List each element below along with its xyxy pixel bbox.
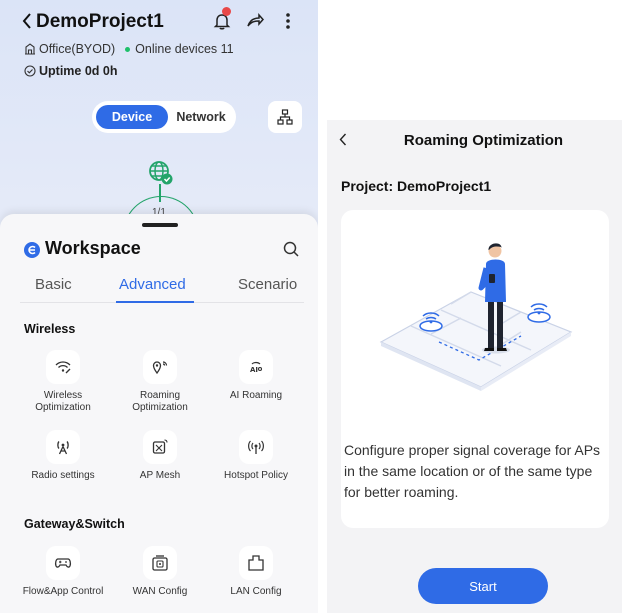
topology-button[interactable] (268, 101, 302, 133)
project-line: Project: DemoProject1 (341, 178, 491, 194)
topology-icon (277, 109, 293, 125)
page-title: Roaming Optimization (403, 132, 564, 149)
mesh-icon (152, 439, 168, 454)
tool-flow-app-control[interactable]: Flow&App Control (18, 546, 108, 598)
project-header: DemoProject1 (0, 0, 318, 36)
back-icon[interactable] (22, 13, 32, 29)
uptime-row: Uptime 0d 0h (24, 64, 118, 78)
description-text: Configure proper signal coverage for APs… (344, 442, 601, 500)
tool-label: WAN Config (132, 586, 188, 597)
building-icon (25, 43, 35, 55)
lan-icon (248, 555, 264, 571)
tool-label: Flow&App Control (22, 586, 104, 597)
tab-active-indicator (116, 301, 194, 303)
section-title-wireless: Wireless (24, 322, 76, 336)
internet-globe-icon[interactable] (148, 160, 174, 186)
project-title: DemoProject1 (36, 11, 164, 32)
view-toggle: Device Network (92, 101, 236, 133)
tool-label: Wireless Optimization (35, 390, 91, 413)
roaming-icon (152, 361, 168, 375)
site-info-row: Office(BYOD) Online devices 11 (24, 42, 234, 56)
tool-label: AP Mesh (139, 470, 181, 481)
project-screen: DemoProject1 Office(BYOD) Online devices… (0, 0, 318, 613)
search-icon[interactable] (283, 241, 299, 257)
tool-lan-config[interactable]: LAN Config (211, 546, 301, 598)
hotspot-icon (248, 440, 264, 454)
tool-label: Radio settings (31, 470, 95, 481)
workspace-logo-icon (24, 242, 40, 258)
tab-device[interactable]: Device (96, 105, 168, 129)
tool-ap-mesh[interactable]: AP Mesh (115, 430, 205, 482)
gamepad-icon (54, 558, 72, 568)
online-devices-count: Online devices 11 (135, 42, 234, 56)
sheet-drag-handle[interactable] (142, 223, 178, 227)
site-name[interactable]: Office(BYOD) (39, 42, 115, 56)
ai-roaming-icon: AI (250, 361, 263, 374)
more-icon[interactable] (285, 13, 291, 29)
tool-ai-roaming[interactable]: AI AI Roaming (211, 350, 301, 402)
radio-icon (57, 441, 69, 455)
project-name: DemoProject1 (397, 178, 492, 194)
screenshot-root: DemoProject1 Office(BYOD) Online devices… (0, 0, 622, 613)
wan-icon (152, 555, 168, 571)
tool-wireless-optimization[interactable]: Wireless Optimization (18, 350, 108, 414)
share-icon[interactable] (246, 13, 264, 29)
wifi-optimize-icon (55, 361, 71, 374)
tab-scenario[interactable]: Scenario (238, 276, 297, 293)
check-circle-icon (24, 65, 36, 77)
start-button[interactable]: Start (418, 568, 548, 604)
tool-wan-config[interactable]: WAN Config (115, 546, 205, 598)
info-card: Configure proper signal coverage for APs… (341, 210, 609, 528)
tab-basic[interactable]: Basic (35, 276, 72, 293)
notification-badge (222, 7, 231, 16)
tool-label: Hotspot Policy (224, 470, 288, 481)
online-status-dot (125, 46, 131, 52)
workspace-title: Workspace (45, 238, 141, 258)
project-label: Project: (341, 178, 394, 194)
tool-radio-settings[interactable]: Radio settings (18, 430, 108, 482)
tool-roaming-optimization[interactable]: Roaming Optimization (115, 350, 205, 414)
roaming-illustration (379, 243, 573, 391)
uptime-text: Uptime 0d 0h (39, 64, 118, 78)
roaming-optimization-screen: Roaming Optimization Project: DemoProjec… (327, 120, 622, 613)
svg-text:AI: AI (250, 366, 258, 374)
tool-label: AI Roaming (229, 390, 283, 401)
tool-label: LAN Config (230, 586, 282, 597)
section-title-gateway-switch: Gateway&Switch (24, 517, 125, 531)
tab-advanced[interactable]: Advanced (119, 276, 186, 293)
tool-label: Roaming Optimization (132, 390, 188, 413)
tool-hotspot-policy[interactable]: Hotspot Policy (211, 430, 301, 482)
tab-network[interactable]: Network (170, 105, 232, 129)
